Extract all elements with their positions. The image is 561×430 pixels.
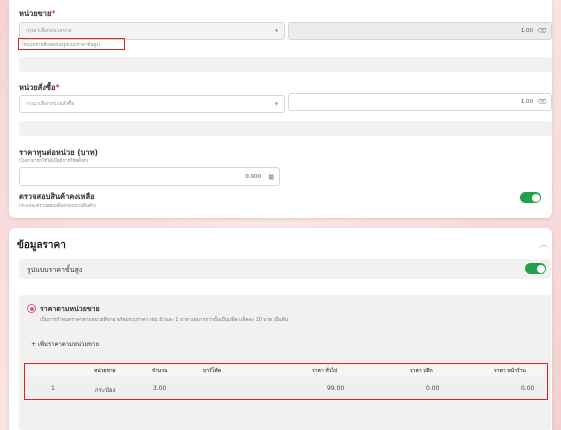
annotation-box-table (24, 363, 548, 400)
tag-icon: ⌫ (537, 27, 546, 35)
add-price-link[interactable]: + เพิ่มราคาตามหน่วยขาย (31, 339, 99, 349)
order-unit-select[interactable]: กรุณาเลือกหน่วยสั่งซื้อ ▾ (19, 95, 285, 113)
price-section-title: ข้อมูลราคา (17, 240, 66, 251)
advanced-price-toggle[interactable] (525, 263, 546, 274)
sell-unit-quantity[interactable]: 1.00 ⌫ (288, 22, 552, 40)
tag-icon: ⌫ (537, 98, 546, 106)
calculator-icon: ▦ (268, 173, 274, 180)
stock-check-toggle[interactable] (520, 192, 541, 203)
advanced-price-row: รูปแบบราคาขั้นสูง (19, 259, 551, 279)
radio-dot (29, 306, 34, 311)
chevron-up-icon[interactable]: ︿ (539, 237, 548, 250)
unit-settings-card: หน่วยขาย* กรุณาเลือกหน่วยขาย ▾ (หน่วยขาย… (9, 0, 552, 218)
radio-price-by-unit[interactable] (27, 304, 36, 313)
plus-icon: + (31, 341, 38, 348)
advanced-price-label: รูปแบบราคาขั้นสูง (27, 266, 83, 274)
order-unit-label: หน่วยสั่งซื้อ* (19, 83, 60, 92)
order-unit-extra-row (19, 121, 552, 136)
stock-check-hint: (ระบบจะตรวจสอบสต็อกก่อนขายสินค้า) (19, 204, 97, 209)
price-option-title: ราคาตามหน่วยขาย (40, 305, 100, 313)
sell-unit-extra-row (19, 57, 552, 72)
cost-per-unit-hint: (ไม่สามารถใช้ได้เมื่อมีการใช้สต็อก) (19, 159, 89, 164)
sell-unit-label: หน่วยขาย* (19, 9, 56, 18)
cost-per-unit-input[interactable]: 0.000 ▦ (19, 167, 280, 186)
chevron-down-icon: ▾ (274, 100, 278, 108)
annotation-box (18, 38, 125, 50)
toggle-knob (531, 193, 540, 202)
order-unit-quantity[interactable]: 1.00 ⌫ (288, 93, 552, 111)
toggle-knob (536, 264, 545, 273)
price-option-desc: เป็นการกำหนดราคาตามหน่วยที่ขาย พร้อมระบุ… (40, 318, 289, 323)
chevron-down-icon: ▾ (274, 27, 278, 35)
